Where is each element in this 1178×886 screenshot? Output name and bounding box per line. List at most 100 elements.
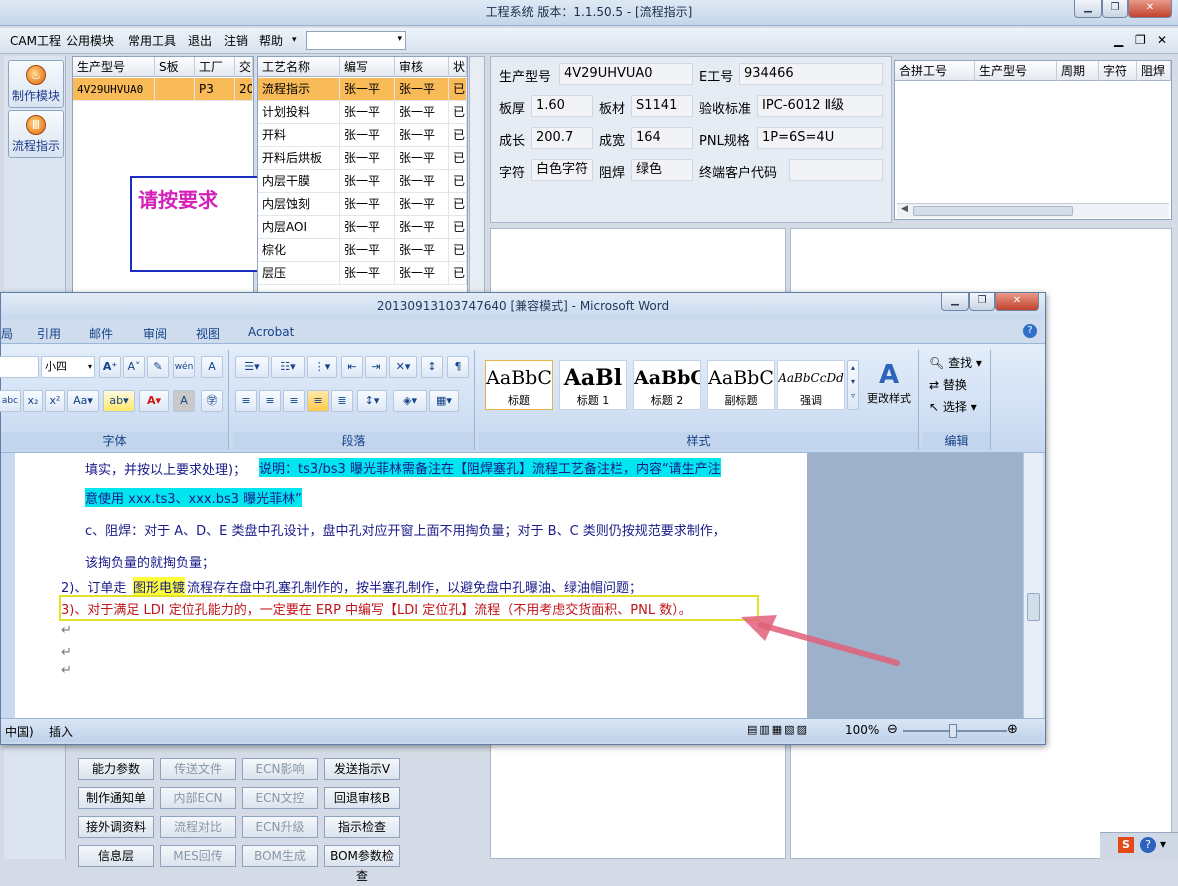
mdi-restore-icon[interactable]: ❐: [1135, 33, 1146, 47]
nav-flow-indicator[interactable]: Ⅲ 流程指示: [8, 110, 64, 158]
col-combine-model[interactable]: 生产型号: [975, 61, 1057, 81]
font-name-combo[interactable]: [0, 356, 39, 378]
tab-partial-icon[interactable]: 局: [1, 325, 13, 342]
strikethrough-icon[interactable]: abc: [0, 390, 21, 412]
field-standard[interactable]: IPC-6012 Ⅱ级: [757, 95, 883, 117]
combine-hscrollbar[interactable]: ◀: [897, 203, 1169, 218]
word-restore-icon[interactable]: ❐: [969, 293, 995, 311]
field-material[interactable]: S1141: [631, 95, 693, 117]
field-pnl[interactable]: 1P=6S=4U: [757, 127, 883, 149]
table-row[interactable]: 内层蚀刻 张一平 张一平已: [258, 193, 467, 216]
status-language[interactable]: 中国): [5, 723, 34, 740]
menu-logout[interactable]: 注销: [224, 32, 248, 49]
mdi-minimize-icon[interactable]: ▁: [1114, 33, 1123, 47]
tab-review[interactable]: 审阅: [143, 325, 167, 342]
tray-arrow-icon[interactable]: ▾: [1160, 837, 1166, 851]
menu-overflow-icon[interactable]: ▾: [292, 35, 297, 45]
align-center-icon[interactable]: ≡: [259, 390, 281, 412]
bottom-button[interactable]: ECN文控: [242, 787, 318, 809]
help-icon[interactable]: ?: [1023, 324, 1037, 338]
table-row[interactable]: 开料后烘板 张一平 张一平已: [258, 147, 467, 170]
field-char[interactable]: 白色字符: [531, 159, 593, 181]
style-heading1[interactable]: AaBl 标题 1: [559, 360, 627, 410]
bottom-button[interactable]: ECN升级: [242, 816, 318, 838]
table-row[interactable]: 开料 张一平 张一平已: [258, 124, 467, 147]
doc-vscrollbar[interactable]: [1023, 453, 1043, 718]
char-shading-icon[interactable]: A: [173, 390, 195, 412]
bottom-button[interactable]: MES回传: [160, 845, 236, 867]
mdi-close-icon[interactable]: ✕: [1157, 33, 1167, 47]
change-case-icon[interactable]: Aa▾: [67, 390, 99, 412]
field-customer[interactable]: [789, 159, 883, 181]
document-page[interactable]: 填实，并按以上要求处理)； 说明：ts3/bs3 曝光菲林需备注在【阻焊塞孔】流…: [15, 453, 807, 718]
col-reviewer[interactable]: 审核: [395, 57, 449, 77]
replace-button[interactable]: ⇄ 替换: [929, 376, 967, 393]
bottom-button[interactable]: BOM生成: [242, 845, 318, 867]
menu-help[interactable]: 帮助: [259, 32, 283, 49]
bottom-button[interactable]: BOM参数检查: [324, 845, 400, 883]
zoom-out-icon[interactable]: ⊖: [887, 722, 898, 737]
shrink-font-icon[interactable]: A˅: [123, 356, 145, 378]
col-combine-no[interactable]: 合拼工号: [895, 61, 975, 81]
col-s-board[interactable]: S板: [155, 57, 195, 77]
align-left-icon[interactable]: ≡: [235, 390, 257, 412]
style-emphasis[interactable]: AaBbCcDd 强调: [777, 360, 845, 410]
sort-icon[interactable]: ↕: [421, 356, 443, 378]
bottom-button[interactable]: ECN影响: [242, 758, 318, 780]
col-status[interactable]: 状: [449, 57, 467, 77]
phonetic-icon[interactable]: wén: [173, 356, 195, 378]
status-insert-mode[interactable]: 插入: [49, 723, 73, 740]
table-row[interactable]: 层压 张一平 张一平已: [258, 262, 467, 285]
scroll-left-icon[interactable]: ◀: [901, 204, 908, 214]
nav-make-module[interactable]: ♨ 制作模块: [8, 60, 64, 108]
decrease-indent-icon[interactable]: ⇤: [341, 356, 363, 378]
bottom-button[interactable]: 制作通知单: [78, 787, 154, 809]
close-icon[interactable]: ✕: [1128, 0, 1172, 18]
col-process-name[interactable]: 工艺名称: [258, 57, 340, 77]
scroll-thumb[interactable]: [1027, 593, 1040, 621]
justify-icon[interactable]: ≡: [307, 390, 329, 412]
char-border-icon[interactable]: A: [201, 356, 223, 378]
tab-mailings[interactable]: 邮件: [89, 325, 113, 342]
col-model[interactable]: 生产型号: [73, 57, 155, 77]
col-combine-char[interactable]: 字符: [1099, 61, 1137, 81]
view-buttons-icon[interactable]: ▤▥▦▧▨: [747, 723, 809, 736]
col-factory[interactable]: 工厂: [195, 57, 235, 77]
tab-acrobat[interactable]: Acrobat: [248, 325, 294, 339]
zoom-level[interactable]: 100%: [845, 723, 879, 737]
grow-font-icon[interactable]: A⁺: [99, 356, 121, 378]
word-minimize-icon[interactable]: ▁: [941, 293, 969, 311]
menu-combo[interactable]: ▾: [306, 31, 406, 50]
table-row[interactable]: 棕化 张一平 张一平已: [258, 239, 467, 262]
font-color-icon[interactable]: A▾: [139, 390, 169, 412]
table-row[interactable]: 内层干膜 张一平 张一平已: [258, 170, 467, 193]
show-marks-icon[interactable]: ¶: [447, 356, 469, 378]
menu-exit[interactable]: 退出: [188, 32, 212, 49]
bottom-button[interactable]: 信息层: [78, 845, 154, 867]
col-delivery[interactable]: 交: [235, 57, 253, 77]
line-spacing-icon[interactable]: ↕▾: [357, 390, 387, 412]
field-length[interactable]: 200.7: [531, 127, 593, 149]
col-combine-cycle[interactable]: 周期: [1057, 61, 1099, 81]
font-size-combo[interactable]: 小四 ▾: [41, 356, 95, 378]
zoom-slider-thumb[interactable]: [949, 724, 957, 738]
minimize-icon[interactable]: ▁: [1074, 0, 1102, 18]
borders-icon[interactable]: ▦▾: [429, 390, 459, 412]
clear-format-icon[interactable]: ✎: [147, 356, 169, 378]
distributed-icon[interactable]: ≣: [331, 390, 353, 412]
shading-icon[interactable]: ◈▾: [393, 390, 427, 412]
style-subtitle[interactable]: AaBbC 副标题: [707, 360, 775, 410]
field-model[interactable]: 4V29UHVUA0: [559, 63, 693, 85]
table-row[interactable]: 计划投料 张一平 张一平已: [258, 101, 467, 124]
col-writer[interactable]: 编写: [340, 57, 395, 77]
field-thickness[interactable]: 1.60: [531, 95, 593, 117]
sogou-icon[interactable]: S: [1118, 837, 1134, 853]
bottom-button[interactable]: 传送文件: [160, 758, 236, 780]
bottom-button[interactable]: 内部ECN: [160, 787, 236, 809]
bottom-button[interactable]: 能力参数: [78, 758, 154, 780]
menu-tools[interactable]: 常用工具: [128, 32, 176, 49]
tab-references[interactable]: 引用: [37, 325, 61, 342]
superscript-icon[interactable]: x²: [45, 390, 65, 412]
col-combine-sm[interactable]: 阻焊: [1137, 61, 1171, 81]
select-button[interactable]: ↖ 选择 ▾: [929, 398, 977, 415]
